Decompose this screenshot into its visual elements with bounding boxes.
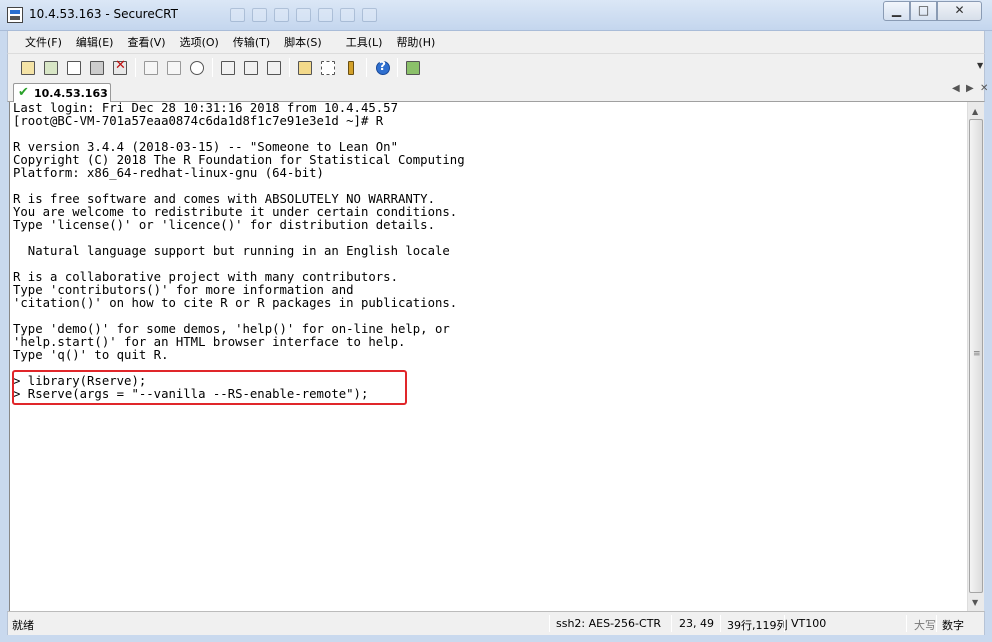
window-bottom-edge <box>0 635 992 642</box>
session-options-icon[interactable] <box>296 59 313 76</box>
window-title: 10.4.53.163 - SecureCRT <box>29 7 178 21</box>
status-separator <box>671 615 672 632</box>
status-protocol: ssh2: AES-256-CTR <box>556 617 662 630</box>
session-tab-bar: ✔ 10.4.53.163 ◀ ▶ ✕ <box>7 80 988 103</box>
vertical-scrollbar[interactable]: ▲ ≡ ▼ <box>967 102 984 611</box>
title-ghost-icons <box>230 8 377 22</box>
tab-close-icon[interactable]: ✕ <box>980 83 988 94</box>
check-icon: ✔ <box>18 85 29 100</box>
status-bar: 就绪 ssh2: AES-256-CTR 23, 49 39行,119列 VT1… <box>7 611 985 635</box>
scroll-thumb[interactable]: ≡ <box>969 119 983 593</box>
ghost-icon <box>230 8 245 22</box>
ghost-icon <box>340 8 355 22</box>
terminal-output: Last login: Fri Dec 28 10:31:16 2018 fro… <box>13 102 465 401</box>
menu-edit[interactable]: 编辑(E) <box>76 34 114 50</box>
title-bar: 10.4.53.163 - SecureCRT ▁ □ ✕ <box>0 0 992 31</box>
status-separator <box>936 615 937 632</box>
menu-script[interactable]: 脚本(S) <box>284 34 322 50</box>
reconnect-icon[interactable] <box>88 59 105 76</box>
scroll-up-icon[interactable]: ▲ <box>972 107 978 116</box>
connect-in-tab-icon[interactable] <box>65 59 82 76</box>
ghost-icon <box>362 8 377 22</box>
status-separator <box>784 615 785 632</box>
keymap-icon[interactable] <box>319 59 336 76</box>
close-icon: ✕ <box>954 3 965 17</box>
status-caps-lock: 大写 <box>914 619 936 632</box>
disconnect-icon[interactable] <box>111 58 128 76</box>
minimize-icon: ▁ <box>891 3 902 17</box>
terminal-line: [root@BC-VM-701a57eaa0874c6da1d8f1c7e91e… <box>13 114 384 128</box>
scroll-down-icon[interactable]: ▼ <box>972 598 978 607</box>
menu-help[interactable]: 帮助(H) <box>396 34 435 50</box>
print-icon[interactable] <box>219 59 236 76</box>
command-highlight-box <box>12 370 407 405</box>
ghost-icon <box>252 8 267 22</box>
session-tab[interactable]: ✔ 10.4.53.163 <box>13 83 111 103</box>
toolbar-separator <box>289 58 290 77</box>
maximize-icon: □ <box>917 3 930 17</box>
menu-tools[interactable]: 工具(L) <box>346 34 383 50</box>
menu-view[interactable]: 查看(V) <box>127 34 165 50</box>
toolbar-separator <box>397 58 398 77</box>
quick-connect-icon[interactable] <box>42 59 59 76</box>
status-ready: 就绪 <box>12 619 34 632</box>
menu-options[interactable]: 选项(O) <box>180 34 219 50</box>
status-emulation: VT100 <box>791 617 827 630</box>
toolbar-separator <box>212 58 213 77</box>
menu-bar: 文件(F) 编辑(E) 查看(V) 选项(O) 传输(T) 脚本(S) 工具(L… <box>7 31 985 53</box>
status-separator <box>549 615 550 632</box>
ghost-icon <box>274 8 289 22</box>
toolbar: ▼ <box>7 53 985 80</box>
key-icon[interactable] <box>342 59 359 76</box>
toolbar-separator <box>366 58 367 77</box>
terminal-line: 'citation()' on how to cite R or R packa… <box>13 296 458 310</box>
tab-scroll-right-icon[interactable]: ▶ <box>966 83 974 94</box>
ghost-icon <box>318 8 333 22</box>
terminal-line: Type 'q()' to quit R. <box>13 348 169 362</box>
session-tab-label: 10.4.53.163 <box>34 87 108 100</box>
terminal-area[interactable]: Last login: Fri Dec 28 10:31:16 2018 fro… <box>9 102 967 611</box>
connect-icon[interactable] <box>19 59 36 76</box>
status-num-lock: 数字 <box>942 619 964 632</box>
grip-icon: ≡ <box>973 349 981 359</box>
terminal-line: Natural language support but running in … <box>13 244 450 258</box>
menu-file[interactable]: 文件(F) <box>25 34 62 50</box>
securecrt-app-icon[interactable] <box>7 7 23 23</box>
tab-scroll-left-icon[interactable]: ◀ <box>952 83 960 94</box>
close-button[interactable]: ✕ <box>937 1 982 21</box>
toolbar-overflow-icon[interactable]: ▼ <box>977 61 983 70</box>
menu-transfer[interactable]: 传输(T) <box>233 34 270 50</box>
find-icon[interactable] <box>188 59 205 76</box>
map-icon[interactable] <box>404 59 421 76</box>
terminal-line: Type 'license()' or 'licence()' for dist… <box>13 218 435 232</box>
status-cursor-position: 23, 49 <box>679 617 714 630</box>
maximize-button[interactable]: □ <box>910 1 937 21</box>
toolbar-separator <box>135 58 136 77</box>
status-separator <box>906 615 907 632</box>
terminal-line: Platform: x86_64-redhat-linux-gnu (64-bi… <box>13 166 324 180</box>
print-setup-icon[interactable] <box>265 59 282 76</box>
status-terminal-size: 39行,119列 <box>727 619 788 632</box>
status-separator <box>720 615 721 632</box>
copy-icon[interactable] <box>142 59 159 76</box>
print-selection-icon[interactable] <box>242 59 259 76</box>
help-icon[interactable] <box>374 59 391 76</box>
minimize-button[interactable]: ▁ <box>883 1 910 21</box>
ghost-icon <box>296 8 311 22</box>
paste-icon[interactable] <box>165 59 182 76</box>
